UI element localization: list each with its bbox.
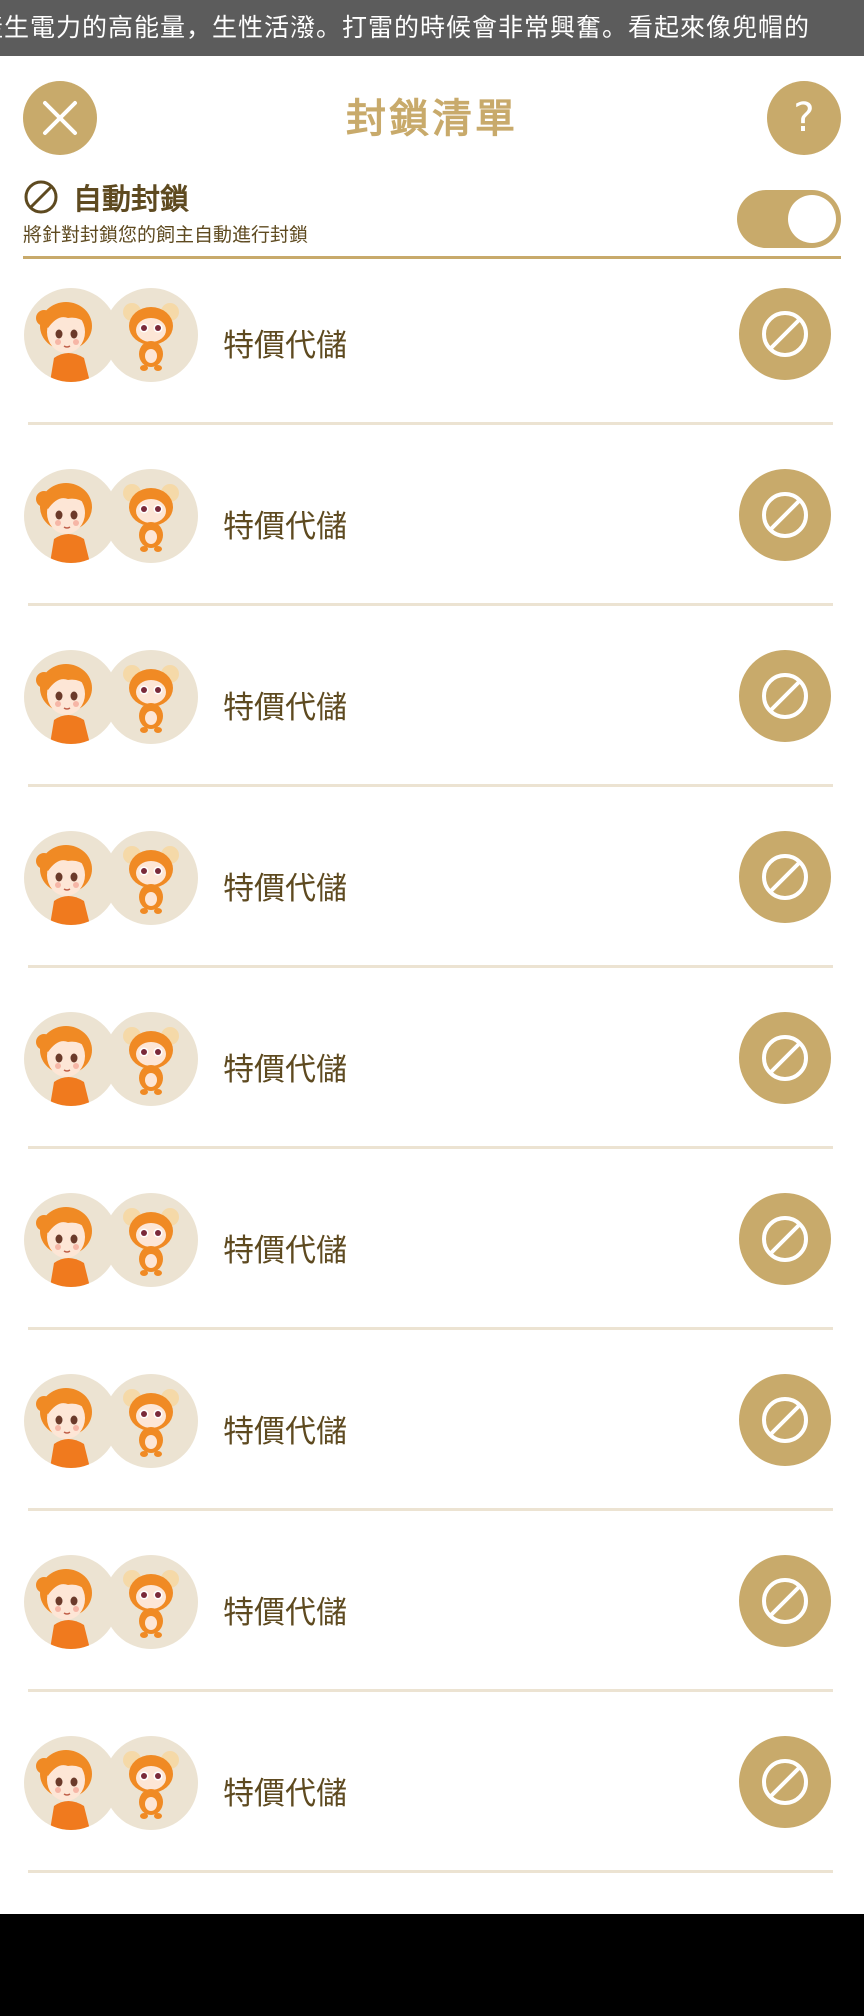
pet-avatar[interactable] <box>104 1555 198 1649</box>
help-icon: ? <box>793 95 815 141</box>
unblock-button[interactable] <box>739 1012 831 1104</box>
owner-name: 特價代儲 <box>223 509 347 545</box>
owner-name: 特價代儲 <box>223 690 347 726</box>
block-icon <box>762 1216 808 1262</box>
pet-avatar[interactable] <box>104 288 198 382</box>
pet-avatar[interactable] <box>104 1736 198 1830</box>
row-divider <box>28 1689 833 1692</box>
owner-name: 特價代儲 <box>223 1414 347 1450</box>
row-divider <box>28 1870 833 1873</box>
section-divider <box>23 256 841 259</box>
row-divider <box>28 965 833 968</box>
block-icon <box>762 1397 808 1443</box>
row-divider <box>28 1146 833 1149</box>
block-icon <box>762 1759 808 1805</box>
page-title: 封鎖清單 <box>346 96 518 142</box>
list-item: 特價代儲 <box>0 1012 864 1193</box>
auto-block-description: 將針對封鎖您的飼主自動進行封鎖 <box>23 224 309 246</box>
pet-avatar[interactable] <box>104 650 198 744</box>
owner-name: 特價代儲 <box>223 871 347 907</box>
unblock-button[interactable] <box>739 469 831 561</box>
row-divider <box>28 603 833 606</box>
list-item: 特價代儲 <box>0 1736 864 1917</box>
list-item: 特價代儲 <box>0 469 864 650</box>
owner-name: 特價代儲 <box>223 328 347 364</box>
auto-block-label: 自動封鎖 <box>73 182 190 216</box>
pet-avatar[interactable] <box>104 831 198 925</box>
pet-avatar[interactable] <box>104 1012 198 1106</box>
block-list-panel: 封鎖清單 ? 自動封鎖 將針對封鎖您的飼主自動進行封鎖 特價代儲 特價代儲 特價… <box>0 56 864 1914</box>
row-divider <box>28 1508 833 1511</box>
news-ticker: 產生電力的高能量，生性活潑。打雷的時候會非常興奮。看起來像兜帽的 <box>0 0 864 56</box>
owner-name: 特價代儲 <box>223 1233 347 1269</box>
pet-avatar[interactable] <box>104 1193 198 1287</box>
list-item: 特價代儲 <box>0 1193 864 1374</box>
list-item: 特價代儲 <box>0 288 864 469</box>
list-item: 特價代儲 <box>0 831 864 1012</box>
auto-block-heading: 自動封鎖 <box>23 176 189 218</box>
row-divider <box>28 1327 833 1330</box>
list-item: 特價代儲 <box>0 650 864 831</box>
owner-name: 特價代儲 <box>223 1052 347 1088</box>
pet-avatar[interactable] <box>104 469 198 563</box>
unblock-button[interactable] <box>739 1193 831 1285</box>
block-icon <box>762 311 808 357</box>
unblock-button[interactable] <box>739 1555 831 1647</box>
row-divider <box>28 422 833 425</box>
list-item: 特價代儲 <box>0 1555 864 1736</box>
toggle-knob <box>788 195 836 243</box>
block-icon <box>762 854 808 900</box>
unblock-button[interactable] <box>739 831 831 923</box>
block-icon <box>762 673 808 719</box>
unblock-button[interactable] <box>739 650 831 742</box>
block-icon <box>762 1035 808 1081</box>
unblock-button[interactable] <box>739 1374 831 1466</box>
pet-avatar[interactable] <box>104 1374 198 1468</box>
header: 封鎖清單 ? <box>0 56 864 176</box>
block-icon <box>762 1578 808 1624</box>
unblock-button[interactable] <box>739 288 831 380</box>
owner-name: 特價代儲 <box>223 1776 347 1812</box>
row-divider <box>28 784 833 787</box>
auto-block-setting: 自動封鎖 將針對封鎖您的飼主自動進行封鎖 <box>23 176 841 258</box>
unblock-button[interactable] <box>739 1736 831 1828</box>
block-icon <box>762 492 808 538</box>
owner-name: 特價代儲 <box>223 1595 347 1631</box>
auto-block-toggle[interactable] <box>737 190 841 248</box>
bottom-bar <box>0 1914 864 2016</box>
list-item: 特價代儲 <box>0 1374 864 1555</box>
help-button[interactable]: ? <box>767 81 841 155</box>
news-ticker-text: 產生電力的高能量，生性活潑。打雷的時候會非常興奮。看起來像兜帽的 <box>0 13 811 42</box>
block-icon <box>24 180 58 214</box>
